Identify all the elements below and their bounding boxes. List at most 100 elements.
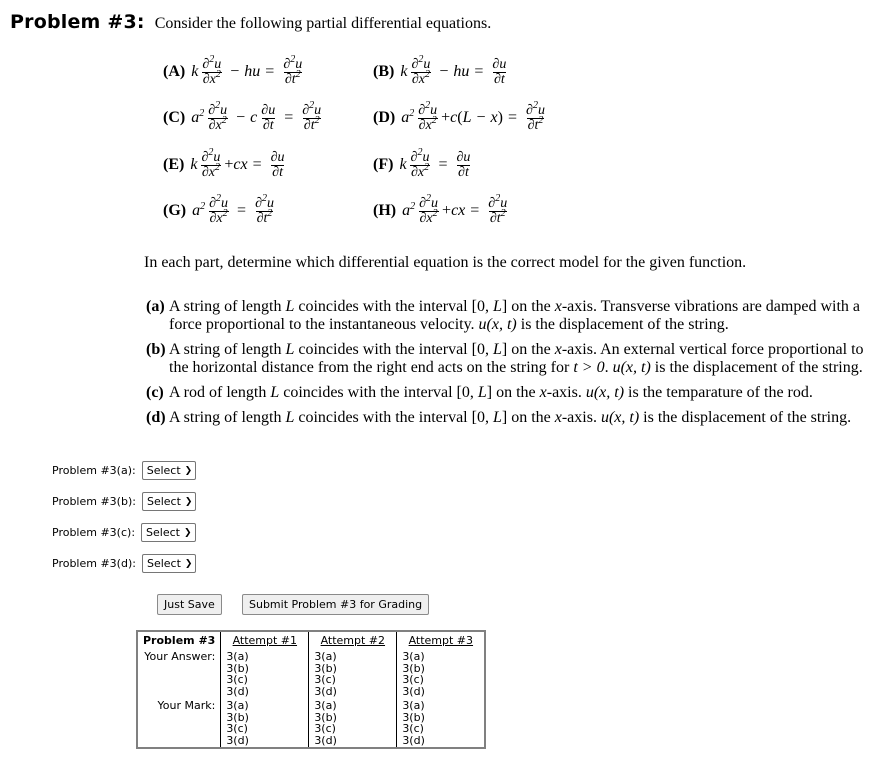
fraction: ∂2u ∂t2 (302, 99, 322, 133)
fraction: ∂2u ∂x2 (409, 146, 431, 180)
cell-value: 3(c) (226, 673, 248, 686)
math-symbol: L (462, 109, 472, 126)
math-var: L (270, 384, 280, 401)
text: is the displacement of the string. (639, 409, 852, 426)
equation-label: (D) (373, 109, 396, 126)
answer-select-d[interactable]: Select ❯ (141, 554, 197, 573)
math-var: x (554, 341, 562, 358)
equation-label: (C) (163, 109, 186, 126)
math-symbol: hu (244, 63, 261, 80)
cell-value: 3(d) (402, 733, 425, 747)
equation-label: (F) (373, 156, 394, 173)
math-symbol: k (191, 63, 199, 80)
equation-g: (G) a2 ∂2u ∂x2 = ∂2u ∂t2 (163, 191, 278, 231)
cell-value: 3(a) (226, 650, 249, 663)
text: A string of length (169, 298, 286, 315)
math-operator: + (224, 156, 234, 173)
text: is the displacement of the string. (650, 359, 863, 376)
math-operator: = (237, 202, 247, 219)
table-header-row: Problem #3 Attempt #1 Attempt #2 Attempt… (137, 631, 486, 651)
answer-cell: 3(a) 3(b) 3(c) 3(d) (220, 650, 309, 697)
attempts-table: Problem #3 Attempt #1 Attempt #2 Attempt… (136, 630, 487, 749)
cell-value: 3(a) (226, 699, 249, 712)
fraction: ∂2u ∂x2 (207, 99, 228, 133)
equation-label: (H) (373, 202, 397, 219)
cell-value: 3(c) (226, 722, 248, 735)
equation-c: (C) a2 ∂2u ∂x2 − c ∂u ∂t = ∂2u ∂t2 (163, 98, 325, 138)
fraction: ∂2u ∂t2 (526, 99, 545, 133)
cell-value: 3(d) (314, 733, 337, 747)
cell-value: 3(a) (402, 650, 425, 663)
cell-value: 3(c) (314, 673, 336, 686)
answer-row-c: Problem #3(c): Select ❯ (52, 523, 196, 542)
text: coincides with the interval [0, (294, 341, 493, 358)
select-value: Select (146, 557, 181, 570)
mark-cell: 3(a) 3(b) 3(c) 3(d) (396, 697, 486, 748)
part-text: A string of length L coincides with the … (169, 409, 876, 427)
problem-header: Problem #3: Consider the following parti… (10, 11, 491, 33)
equation-f: (F) k ∂2u ∂x2 = ∂u ∂t (373, 145, 474, 185)
text: A string of length (169, 409, 286, 426)
problem-intro: Consider the following partial different… (154, 15, 492, 32)
cell-value: 3(d) (402, 684, 425, 698)
part-text: A string of length L coincides with the … (169, 298, 876, 334)
fraction: ∂2u ∂x2 (201, 53, 222, 87)
equation-label: (G) (163, 202, 187, 219)
math-symbol: a2 (401, 108, 415, 127)
answer-cell: 3(a) 3(b) 3(c) 3(d) (396, 650, 486, 698)
part-text: A string of length L coincides with the … (169, 341, 876, 377)
chevron-down-icon: ❯ (184, 496, 193, 507)
chevron-down-icon: ❯ (183, 527, 192, 538)
math-operator: − (439, 63, 449, 80)
fraction: ∂u ∂t (492, 56, 507, 87)
part-label: (c) (146, 384, 164, 401)
answer-row-b: Problem #3(b): Select ❯ (52, 492, 197, 511)
select-value: Select (146, 495, 181, 508)
answer-select-b[interactable]: Select ❯ (141, 492, 197, 511)
part-a: (a) A string of length L coincides with … (146, 298, 876, 334)
equation-label: (B) (373, 63, 395, 80)
just-save-button[interactable]: Just Save (157, 594, 222, 615)
answer-select-c[interactable]: Select ❯ (141, 523, 196, 542)
fraction: ∂2u ∂x2 (410, 53, 431, 87)
math-operator: + (442, 202, 452, 219)
submit-button[interactable]: Submit Problem #3 for Grading (242, 594, 430, 615)
attempt-header[interactable]: Attempt #3 (396, 631, 486, 651)
math-symbol: a2 (402, 201, 416, 220)
math-var: L (285, 341, 295, 358)
math-operator: = (474, 63, 484, 80)
math-var: L (477, 384, 487, 401)
math-symbol: k (400, 63, 408, 80)
text: coincides with the interval [0, (294, 298, 493, 315)
math-operator: − (476, 109, 486, 126)
fraction: ∂2u ∂x2 (418, 192, 439, 226)
text: ] on the (501, 409, 555, 426)
math-symbol: cx (233, 156, 248, 173)
text: is the displacement of the string. (516, 316, 729, 333)
fraction: ∂2u ∂x2 (208, 192, 229, 226)
part-label: (b) (146, 341, 166, 358)
part-d: (d) A string of length L coincides with … (146, 409, 876, 427)
attempt-header[interactable]: Attempt #1 (220, 631, 309, 651)
text: -axis. (546, 384, 586, 401)
math-symbol: c (450, 109, 458, 126)
fraction: ∂2u ∂x2 (200, 146, 221, 180)
math-func: u(x, t) (600, 409, 640, 426)
answer-select-a[interactable]: Select ❯ (141, 461, 197, 480)
attempt-header[interactable]: Attempt #2 (308, 631, 397, 651)
math-symbol: cx (451, 202, 466, 219)
math-var: x (554, 298, 562, 315)
math-var: L (285, 298, 295, 315)
math-func: u(x, t) (478, 316, 517, 333)
answer-row-a: Problem #3(a): Select ❯ (52, 461, 197, 480)
equation-e: (E) k ∂2u ∂x2 + cx = ∂u ∂t (163, 145, 289, 185)
chevron-down-icon: ❯ (184, 558, 193, 569)
part-text: A rod of length L coincides with the int… (169, 384, 876, 402)
math-operator: − (236, 109, 246, 126)
cell-value: 3(d) (314, 684, 337, 698)
math-symbol: a2 (192, 201, 206, 220)
fraction: ∂u ∂t (456, 149, 471, 180)
math-operator: + (441, 109, 451, 126)
select-value: Select (146, 526, 180, 539)
equation-label: (E) (163, 156, 185, 173)
